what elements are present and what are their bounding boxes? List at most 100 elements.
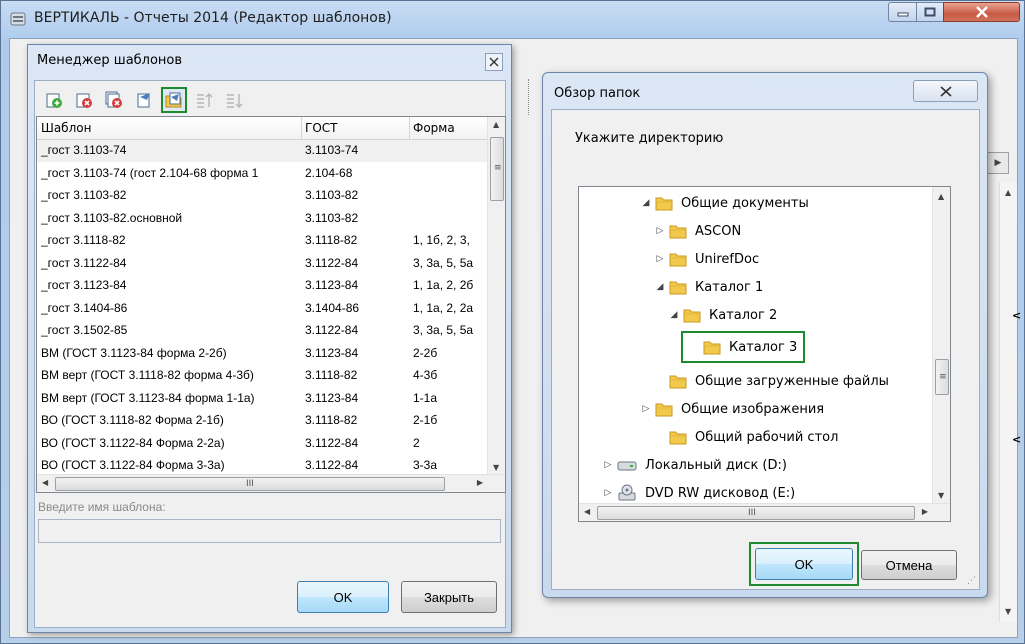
tree-item[interactable]: ▷ ASCON xyxy=(653,219,741,243)
gost-cell: 3.1404-86 xyxy=(305,300,360,315)
table-row[interactable]: _гост 3.1118-82 3.1118-82 1, 1б, 2, 3, xyxy=(37,230,487,252)
expand-arrow-icon[interactable]: ▷ xyxy=(653,226,667,236)
tree-item[interactable]: ▷ UnirefDoc xyxy=(653,247,759,271)
expand-arrow-icon[interactable]: ▷ xyxy=(601,488,615,498)
template-name-cell: ВО (ГОСТ 3.1122-84 Форма 3-3а) xyxy=(41,458,225,472)
form-cell: 1, 1а, 2, 2а xyxy=(413,300,474,315)
expand-arrow-icon[interactable]: ▷ xyxy=(653,254,667,264)
hard-drive-icon xyxy=(617,458,637,472)
expand-arrow-icon[interactable]: ▷ xyxy=(601,460,615,470)
minimize-button[interactable] xyxy=(888,2,917,22)
list-horizontal-scrollbar[interactable]: ◀ III ▶ xyxy=(37,474,505,492)
tree-item[interactable]: Общие загруженные файлы xyxy=(653,369,889,393)
export-icon[interactable] xyxy=(131,87,157,113)
dialog-ok-button[interactable]: OK xyxy=(755,548,853,580)
column-header-gost[interactable]: ГОСТ xyxy=(305,121,337,135)
panel-scroll-right-icon[interactable]: ▶ xyxy=(987,152,1009,174)
tree-item[interactable]: ▷ DVD RW дисковод (E:) xyxy=(601,481,795,505)
tree-item[interactable]: ◢ Общие документы xyxy=(639,191,809,215)
browse-folder-body: Укажите директорию ◢ Общие документы ▷ ASCO… xyxy=(551,109,980,590)
form-cell: 2-1б xyxy=(413,413,438,427)
template-name-cell: _гост 3.1404-86 xyxy=(41,300,128,315)
import-folder-icon[interactable] xyxy=(161,87,187,113)
template-name-input[interactable] xyxy=(38,519,501,543)
list-header: Шаблон ГОСТ Форма xyxy=(37,117,487,140)
gost-cell: 2.104-68 xyxy=(305,165,353,180)
template-name-cell: ВМ (ГОСТ 3.1123-84 форма 2-2б) xyxy=(41,345,227,360)
template-name-cell: _гост 3.1103-82.основной xyxy=(41,210,183,225)
tree-item-label: Общий рабочий стол xyxy=(695,429,839,445)
tree-item[interactable]: ▷ Локальный диск (D:) xyxy=(601,453,787,477)
delete-all-icon[interactable] xyxy=(101,87,127,113)
collapse-left-icon[interactable]: < xyxy=(1012,309,1021,322)
gost-cell: 3.1118-82 xyxy=(305,368,358,382)
folder-icon xyxy=(683,307,701,323)
table-row[interactable]: _гост 3.1502-85 3.1122-84 3, 3а, 5, 5а xyxy=(37,320,487,342)
folder-icon xyxy=(669,279,687,295)
form-cell: 3, 3а, 5, 5а xyxy=(413,323,474,337)
folder-icon xyxy=(669,429,687,445)
table-row[interactable]: _гост 3.1404-86 3.1404-86 1, 1а, 2, 2а xyxy=(37,298,487,320)
table-row[interactable]: ВМ верт (ГОСТ 3.1123-84 форма 1-1а) 3.112… xyxy=(37,388,487,410)
move-down-icon[interactable] xyxy=(221,87,247,113)
collapse-arrow-icon[interactable]: ◢ xyxy=(667,310,681,320)
collapse-left-icon[interactable]: < xyxy=(1012,433,1021,446)
browse-folder-dialog: Обзор папок Укажите директорию ◢ Общие до… xyxy=(542,72,988,598)
table-row[interactable]: _гост 3.1103-74 3.1103-74 xyxy=(37,140,487,162)
add-template-icon[interactable] xyxy=(41,87,67,113)
dialog-close-icon[interactable] xyxy=(913,80,978,102)
ok-button[interactable]: OK xyxy=(297,581,389,613)
table-row[interactable]: ВМ (ГОСТ 3.1123-84 форма 2-2б) 3.1123-84 2… xyxy=(37,343,487,365)
form-cell: 4-3б xyxy=(413,368,438,382)
tree-item-label: Локальный диск (D:) xyxy=(645,457,787,473)
dialog-cancel-button[interactable]: Отмена xyxy=(861,550,957,580)
tree-item[interactable]: ◢ Каталог 1 xyxy=(653,275,763,299)
tree-item[interactable]: ▷ Общие изображения xyxy=(639,397,824,421)
template-toolbar xyxy=(41,87,247,113)
template-name-cell: _гост 3.1122-84 xyxy=(41,255,127,270)
tree-vertical-scrollbar[interactable]: ▲ ≡ ▼ xyxy=(932,187,950,505)
table-row[interactable]: ВМ верт (ГОСТ 3.1118-82 форма 4-3б) 3.111… xyxy=(37,365,487,387)
template-name-cell: _гост 3.1118-82 xyxy=(41,233,126,247)
app-logo-icon xyxy=(10,11,26,27)
folder-icon xyxy=(703,339,721,355)
template-name-cell: _гост 3.1502-85 xyxy=(41,323,128,337)
folder-tree[interactable]: ◢ Общие документы ▷ ASCON ▷ UnirefDoc ◢ Каталог… xyxy=(578,186,951,522)
list-vertical-scrollbar[interactable]: ▲ ≡ ▼ xyxy=(487,117,505,475)
window-close-button[interactable] xyxy=(943,2,1020,22)
tree-item-label: UnirefDoc xyxy=(695,251,760,267)
delete-template-icon[interactable] xyxy=(71,87,97,113)
table-row[interactable]: ВО (ГОСТ 3.1118-82 Форма 2-1б) 3.1118-82 2… xyxy=(37,410,487,432)
editor-vertical-scrollbar[interactable]: ▲ ▼ xyxy=(999,182,1017,622)
move-up-icon[interactable] xyxy=(191,87,217,113)
tree-item[interactable]: Каталог 3 xyxy=(681,331,806,363)
collapse-arrow-icon[interactable]: ◢ xyxy=(653,282,667,292)
close-button[interactable]: Закрыть xyxy=(401,581,497,613)
table-row[interactable]: _гост 3.1103-82 3.1103-82 xyxy=(37,185,487,207)
gost-cell: 3.1122-84 xyxy=(305,435,359,450)
form-cell: 3-3а xyxy=(413,458,438,472)
table-row[interactable]: _гост 3.1103-82.основной 3.1103-82 xyxy=(37,208,487,230)
resize-grip-icon[interactable]: ⋰ xyxy=(967,576,976,586)
template-list[interactable]: Шаблон ГОСТ Форма _гост 3.1103-74 3.1103-… xyxy=(36,116,506,493)
table-row[interactable]: _гост 3.1123-84 3.1123-84 1, 1а, 2, 2б xyxy=(37,275,487,297)
form-cell: 2-2б xyxy=(413,345,438,360)
gost-cell: 3.1103-82 xyxy=(305,210,359,225)
table-row[interactable]: ВО (ГОСТ 3.1122-84 Форма 2-2а) 3.1122-84 2 xyxy=(37,433,487,455)
table-row[interactable]: _гост 3.1103-74 (гост 2.104-68 форма 1 2.… xyxy=(37,163,487,185)
collapse-arrow-icon[interactable]: ◢ xyxy=(639,198,653,208)
column-header-template[interactable]: Шаблон xyxy=(41,121,91,135)
maximize-button[interactable] xyxy=(916,2,944,22)
template-name-label: Введите имя шаблона: xyxy=(38,500,166,514)
column-header-form[interactable]: Форма xyxy=(413,121,455,135)
expand-arrow-icon[interactable]: ▷ xyxy=(639,404,653,414)
gost-cell: 3.1122-84 xyxy=(305,458,359,472)
tree-item[interactable]: ◢ Каталог 2 xyxy=(667,303,777,327)
tree-item-label: Общие загруженные файлы xyxy=(695,373,889,389)
tree-horizontal-scrollbar[interactable]: ◀ III ▶ xyxy=(579,503,950,521)
table-row[interactable]: _гост 3.1122-84 3.1122-84 3, 3а, 5, 5а xyxy=(37,253,487,275)
tree-item-label: Каталог 1 xyxy=(695,279,764,295)
tree-item[interactable]: Общий рабочий стол xyxy=(653,425,838,449)
template-manager-close-icon[interactable] xyxy=(485,53,503,71)
gost-cell: 3.1103-82 xyxy=(305,188,359,202)
